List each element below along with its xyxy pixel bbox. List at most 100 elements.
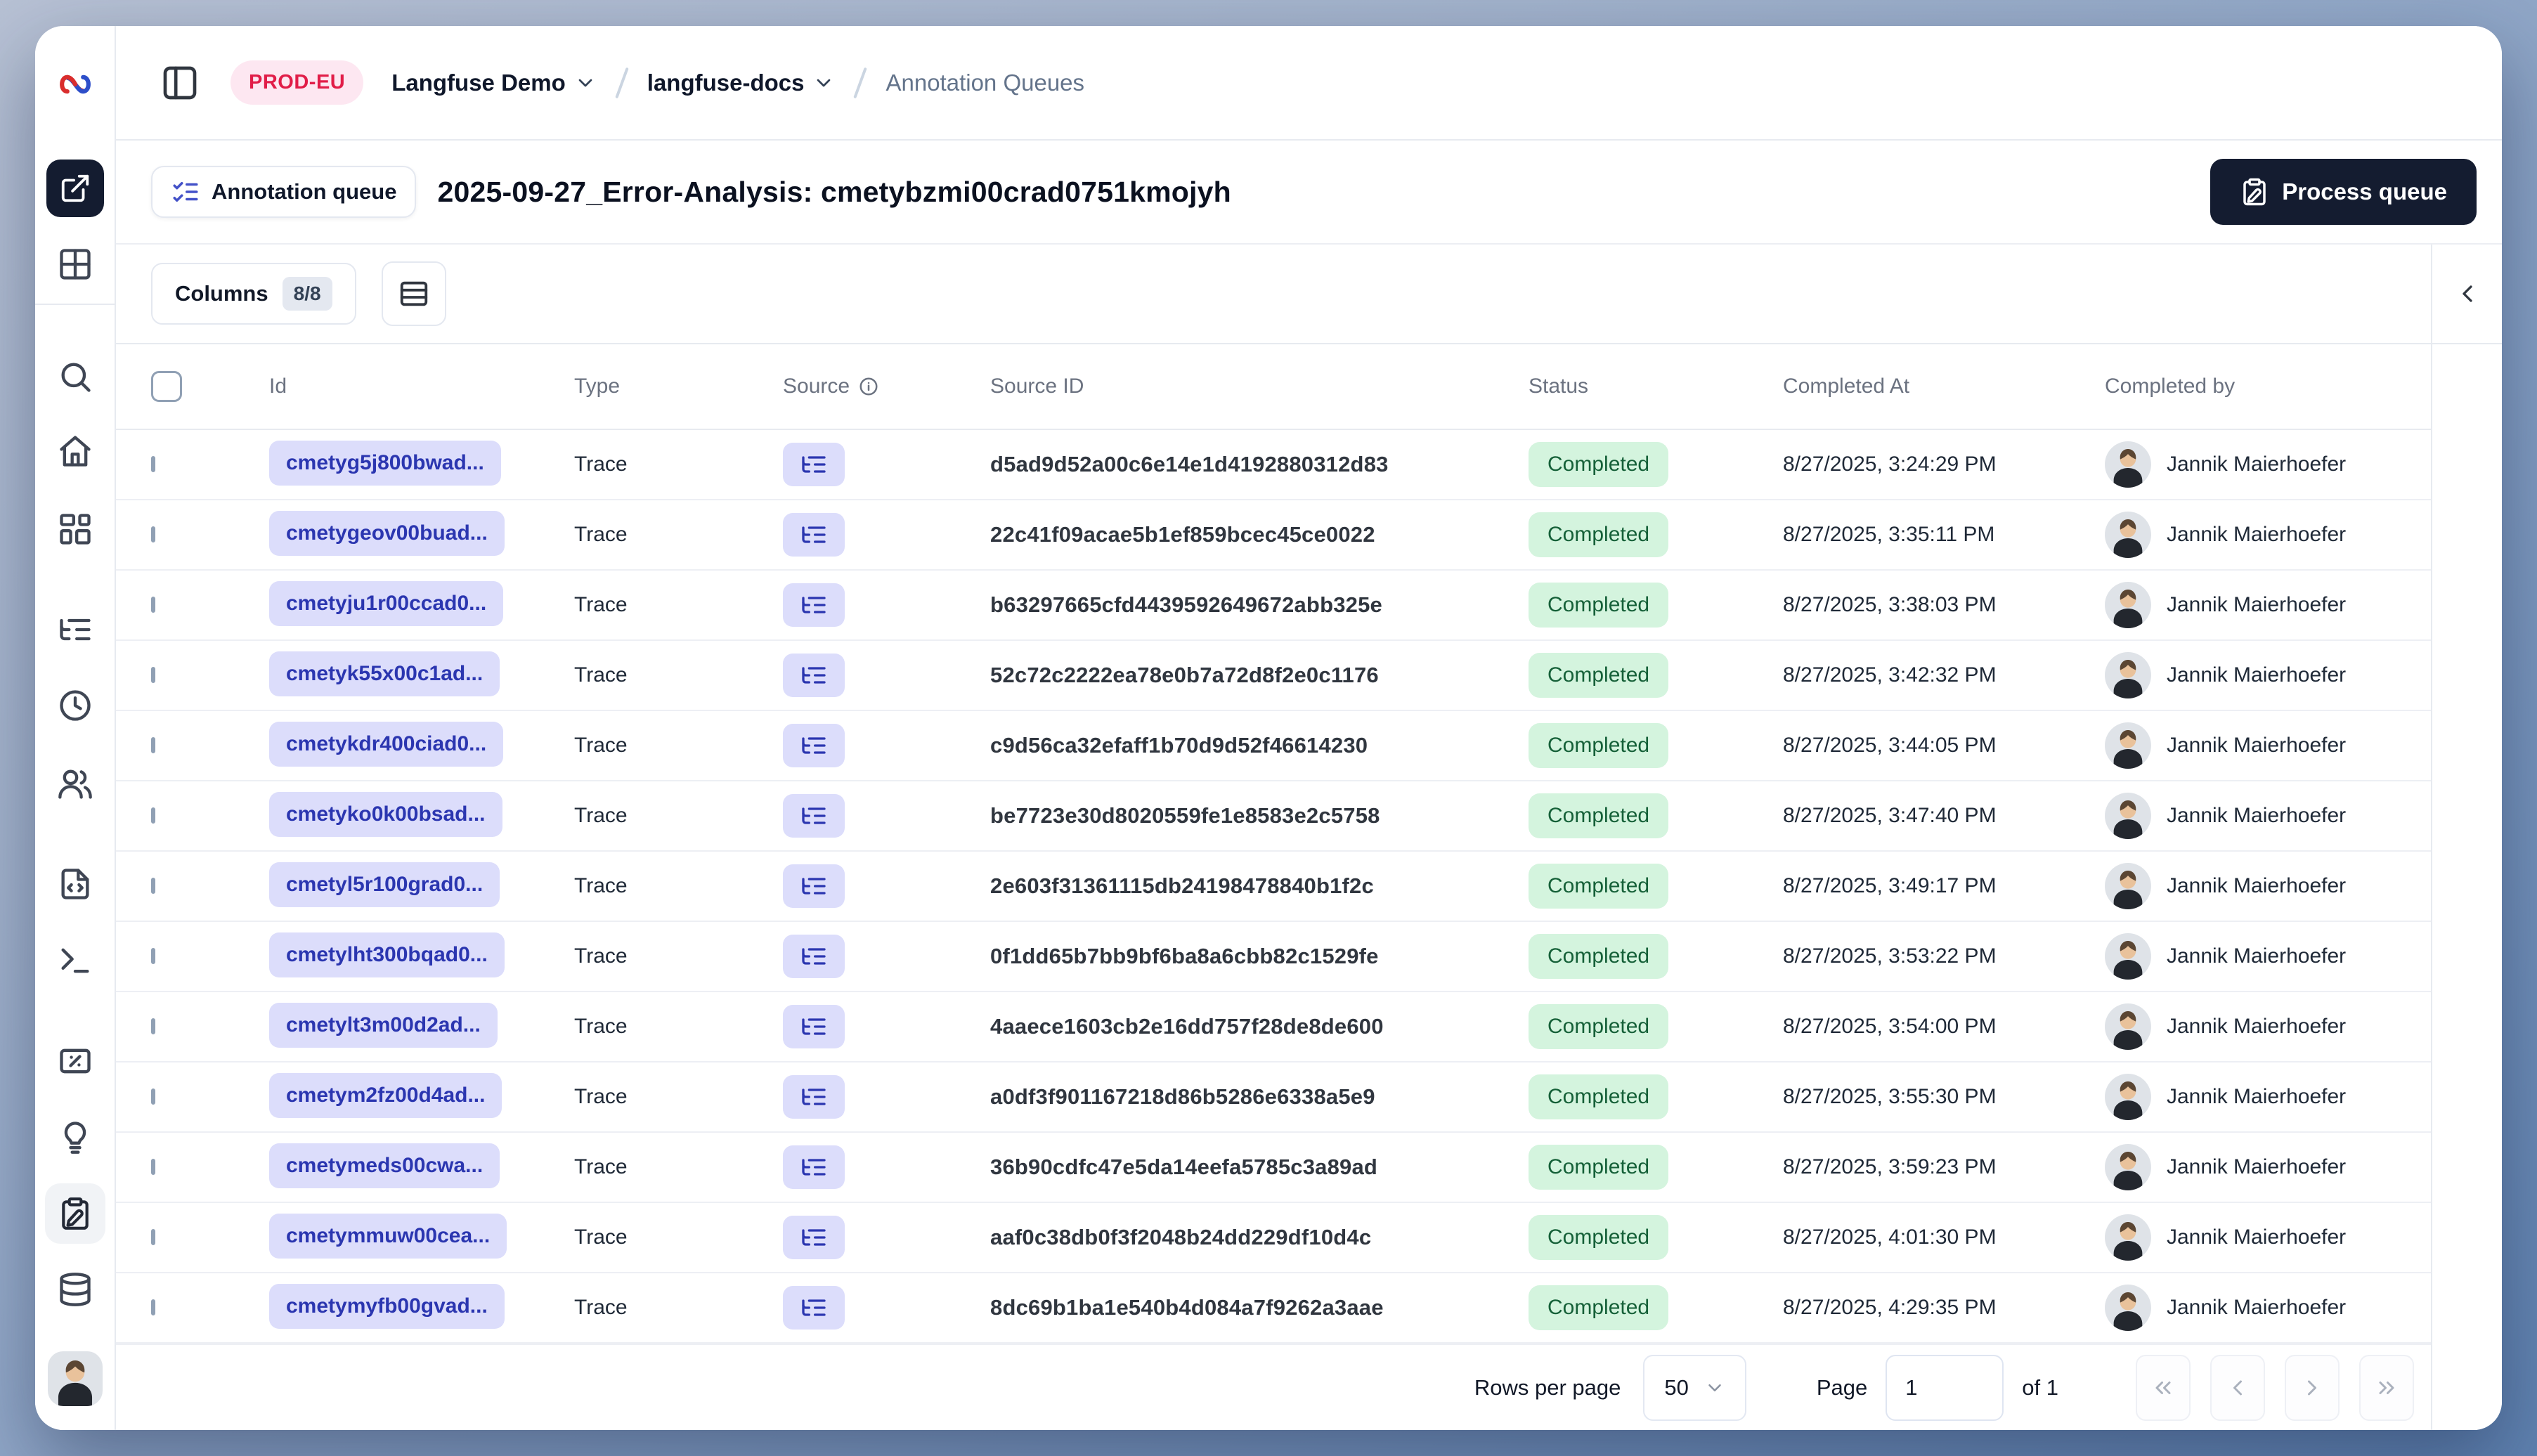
item-id-link[interactable]: cmetymeds00cwa... bbox=[269, 1143, 500, 1188]
item-id-link[interactable]: cmetylht300bqad0... bbox=[269, 932, 505, 977]
source-type-chip bbox=[783, 1216, 845, 1259]
page-input[interactable] bbox=[1886, 1354, 2004, 1421]
collapse-panel-button[interactable] bbox=[2453, 280, 2481, 308]
sidebar-item-sessions[interactable] bbox=[57, 687, 93, 724]
row-checkbox[interactable] bbox=[151, 456, 155, 472]
row-checkbox[interactable] bbox=[151, 526, 155, 542]
columns-button[interactable]: Columns 8/8 bbox=[151, 263, 356, 325]
item-id-link[interactable]: cmetyju1r00ccad0... bbox=[269, 580, 504, 626]
sidebar-item-users[interactable] bbox=[57, 765, 93, 802]
item-id-link[interactable]: cmetykdr400ciad0... bbox=[269, 721, 504, 767]
row-checkbox[interactable] bbox=[151, 667, 155, 683]
source-type-chip bbox=[783, 1286, 845, 1330]
table-row[interactable]: cmetyk55x00c1ad... Trace 52c72c2222ea78e… bbox=[116, 641, 2431, 711]
item-id-link[interactable]: cmetyko0k00bsad... bbox=[269, 791, 502, 837]
item-id-link[interactable]: cmetyl5r100grad0... bbox=[269, 862, 500, 907]
desktop-background: PROD-EU Langfuse Demo langfuse-docs Anno… bbox=[0, 0, 2537, 1456]
chevrons-right-icon bbox=[2379, 1381, 2394, 1394]
table-row[interactable]: cmetylht300bqad0... Trace 0f1dd65b7bb9bf… bbox=[116, 922, 2431, 992]
item-id-link[interactable]: cmetyk55x00c1ad... bbox=[269, 651, 500, 696]
table-panel: Columns 8/8 Id Type Source Source ID Sta… bbox=[116, 245, 2431, 1430]
sidebar-item-open-external[interactable] bbox=[46, 160, 104, 217]
row-checkbox[interactable] bbox=[151, 878, 155, 894]
header-completed-by[interactable]: Completed by bbox=[2105, 375, 2431, 398]
sidebar-item-datasets[interactable] bbox=[57, 1271, 93, 1308]
item-id-link[interactable]: cmetylt3m00d2ad... bbox=[269, 1002, 498, 1048]
sidebar-item-playground[interactable] bbox=[57, 942, 93, 979]
item-type: Trace bbox=[574, 663, 628, 687]
page-label: Page bbox=[1816, 1374, 1868, 1400]
sidebar-item-tables[interactable] bbox=[57, 246, 93, 282]
sidebar-item-search[interactable] bbox=[57, 358, 93, 395]
table-row[interactable]: cmetymmuw00cea... Trace aaf0c38db0f3f204… bbox=[116, 1203, 2431, 1273]
table-row[interactable]: cmetymyfb00gvad... Trace 8dc69b1ba1e540b… bbox=[116, 1273, 2431, 1344]
breadcrumb-org[interactable]: Langfuse Demo bbox=[391, 70, 597, 96]
trace-tree-icon bbox=[802, 1299, 826, 1316]
header-source-id[interactable]: Source ID bbox=[990, 375, 1529, 398]
user-avatar[interactable] bbox=[47, 1351, 103, 1406]
row-checkbox[interactable] bbox=[151, 1159, 155, 1175]
table-row[interactable]: cmetyko0k00bsad... Trace be7723e30d80205… bbox=[116, 781, 2431, 852]
row-checkbox[interactable] bbox=[151, 1229, 155, 1245]
topbar: PROD-EU Langfuse Demo langfuse-docs Anno… bbox=[116, 26, 2502, 141]
source-type-chip bbox=[783, 864, 845, 908]
completed-by-avatar bbox=[2105, 1214, 2151, 1261]
header-type[interactable]: Type bbox=[574, 375, 783, 398]
item-id-link[interactable]: cmetymyfb00gvad... bbox=[269, 1283, 505, 1329]
row-checkbox[interactable] bbox=[151, 737, 155, 753]
breadcrumb-project[interactable]: langfuse-docs bbox=[647, 70, 836, 96]
header-status[interactable]: Status bbox=[1529, 375, 1783, 398]
sidebar-item-evaluators[interactable] bbox=[57, 1043, 93, 1079]
next-page-button[interactable] bbox=[2285, 1354, 2340, 1421]
row-checkbox[interactable] bbox=[151, 948, 155, 964]
row-checkbox[interactable] bbox=[151, 1088, 155, 1105]
row-height-button[interactable] bbox=[381, 261, 446, 326]
item-type: Trace bbox=[574, 874, 628, 897]
sidebar-item-insights[interactable] bbox=[57, 1119, 93, 1155]
item-id-link[interactable]: cmetymmuw00cea... bbox=[269, 1213, 507, 1259]
dashboard-icon bbox=[59, 514, 91, 545]
sidebar-item-annotation-queues[interactable] bbox=[44, 1183, 105, 1244]
select-all-checkbox[interactable] bbox=[151, 371, 182, 402]
item-type: Trace bbox=[574, 1155, 628, 1178]
table-row[interactable]: cmetykdr400ciad0... Trace c9d56ca32efaff… bbox=[116, 711, 2431, 781]
rows-per-page-select[interactable]: 50 bbox=[1643, 1354, 1746, 1421]
table-row[interactable]: cmetyg5j800bwad... Trace d5ad9d52a00c6e1… bbox=[116, 430, 2431, 500]
last-page-button[interactable] bbox=[2359, 1354, 2414, 1421]
table-row[interactable]: cmetygeov00buad... Trace 22c41f09acae5b1… bbox=[116, 500, 2431, 571]
home-icon bbox=[59, 436, 91, 467]
table-row[interactable]: cmetyl5r100grad0... Trace 2e603f31361115… bbox=[116, 852, 2431, 922]
completed-by-avatar bbox=[2105, 512, 2151, 558]
sidebar-item-prompts[interactable] bbox=[57, 866, 93, 902]
process-queue-button[interactable]: Process queue bbox=[2210, 159, 2477, 225]
item-type: Trace bbox=[574, 804, 628, 827]
table-row[interactable]: cmetylt3m00d2ad... Trace 4aaece1603cb2e1… bbox=[116, 992, 2431, 1062]
header-id[interactable]: Id bbox=[269, 375, 574, 398]
completed-by-name: Jannik Maierhoefer bbox=[2167, 663, 2347, 687]
item-id-link[interactable]: cmetym2fz00d4ad... bbox=[269, 1072, 502, 1118]
sidebar-item-home[interactable] bbox=[57, 433, 93, 469]
completed-by-name: Jannik Maierhoefer bbox=[2167, 804, 2347, 827]
sidebar-item-dashboards[interactable] bbox=[57, 511, 93, 547]
item-id-link[interactable]: cmetygeov00buad... bbox=[269, 510, 505, 556]
row-checkbox[interactable] bbox=[151, 597, 155, 613]
completed-at: 8/27/2025, 3:38:03 PM bbox=[1783, 593, 1997, 616]
terminal-icon bbox=[61, 948, 89, 973]
rows-icon bbox=[400, 281, 427, 306]
item-id-link[interactable]: cmetyg5j800bwad... bbox=[269, 440, 501, 486]
row-checkbox[interactable] bbox=[151, 1018, 155, 1034]
row-checkbox[interactable] bbox=[151, 807, 155, 824]
table-header-row: Id Type Source Source ID Status Complete… bbox=[116, 344, 2431, 430]
header-completed-at[interactable]: Completed At bbox=[1783, 375, 2105, 398]
panel-left-toggle[interactable] bbox=[160, 63, 200, 103]
first-page-button[interactable] bbox=[2136, 1354, 2191, 1421]
table-row[interactable]: cmetyju1r00ccad0... Trace b63297665cfd44… bbox=[116, 571, 2431, 641]
table-row[interactable]: cmetym2fz00d4ad... Trace a0df3f901167218… bbox=[116, 1062, 2431, 1133]
sidebar-item-tracing[interactable] bbox=[57, 611, 93, 648]
completed-at: 8/27/2025, 3:49:17 PM bbox=[1783, 874, 1997, 897]
header-source[interactable]: Source bbox=[783, 375, 990, 398]
status-badge: Completed bbox=[1529, 653, 1669, 698]
row-checkbox[interactable] bbox=[151, 1299, 155, 1315]
previous-page-button[interactable] bbox=[2210, 1354, 2265, 1421]
table-row[interactable]: cmetymeds00cwa... Trace 36b90cdfc47e5da1… bbox=[116, 1133, 2431, 1203]
